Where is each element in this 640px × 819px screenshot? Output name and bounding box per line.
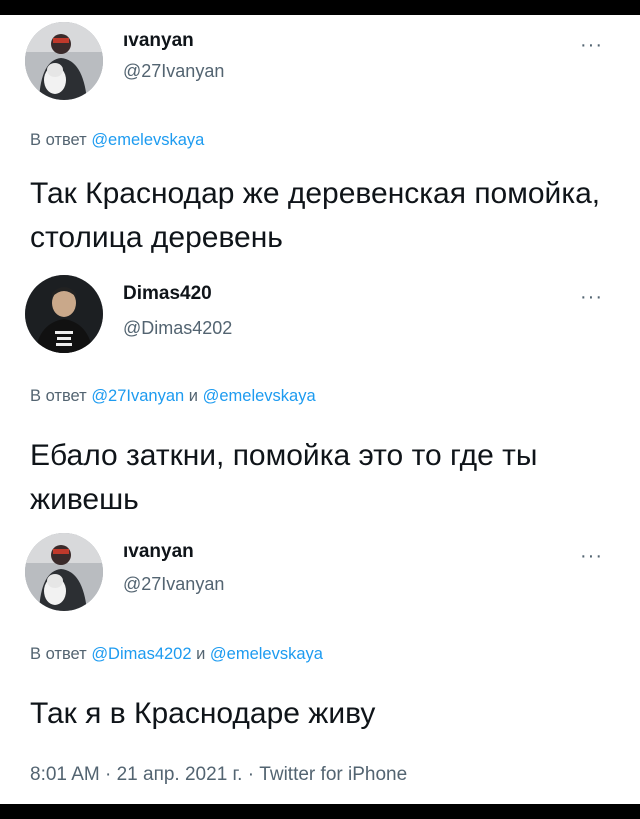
mention-joiner: и [191, 645, 210, 663]
mention-link[interactable]: @Dimas4202 [91, 645, 191, 663]
avatar[interactable] [25, 275, 103, 353]
avatar[interactable] [25, 22, 103, 100]
mention-link[interactable]: @27Ivanyan [91, 387, 184, 405]
display-name[interactable]: Dimas420 [123, 283, 212, 305]
mention-link[interactable]: @emelevskaya [210, 645, 323, 663]
avatar-photo-icon [25, 22, 103, 100]
user-handle[interactable]: @27Ivanyan [123, 61, 224, 82]
more-options-icon[interactable]: ··· [580, 546, 603, 566]
bottom-black-bar [0, 804, 640, 819]
top-black-bar [0, 0, 640, 15]
display-name[interactable]: ıvanyan [123, 30, 194, 52]
more-options-icon[interactable]: ··· [580, 35, 603, 55]
reply-context: В ответ @27Ivanyan и @emelevskaya [30, 387, 316, 406]
user-handle[interactable]: @Dimas4202 [123, 318, 232, 339]
reply-prefix: В ответ [30, 645, 92, 663]
avatar[interactable] [25, 533, 103, 611]
mention-link[interactable]: @emelevskaya [203, 387, 316, 405]
tweet-text: Так Краснодар же деревенская помойка, ст… [30, 177, 601, 254]
mention-joiner: и [184, 387, 203, 405]
display-name[interactable]: ıvanyan [123, 541, 194, 563]
reply-prefix: В ответ [30, 387, 92, 405]
tweet-timestamp[interactable]: 8:01 AM · 21 апр. 2021 г. · Twitter for … [30, 764, 407, 786]
reply-context: В ответ @Dimas4202 и @emelevskaya [30, 645, 323, 664]
reply-prefix: В ответ [30, 131, 92, 149]
reply-context: В ответ @emelevskaya [30, 131, 204, 150]
avatar-photo-icon [25, 533, 103, 611]
avatar-photo-icon [25, 275, 103, 353]
tweet-text: Так я в Краснодаре живу [30, 697, 376, 730]
more-options-icon[interactable]: ··· [580, 287, 603, 307]
tweet-text: Ебало заткни, помойка это то где ты живе… [30, 439, 538, 516]
mention-link[interactable]: @emelevskaya [91, 131, 204, 149]
user-handle[interactable]: @27Ivanyan [123, 574, 224, 595]
